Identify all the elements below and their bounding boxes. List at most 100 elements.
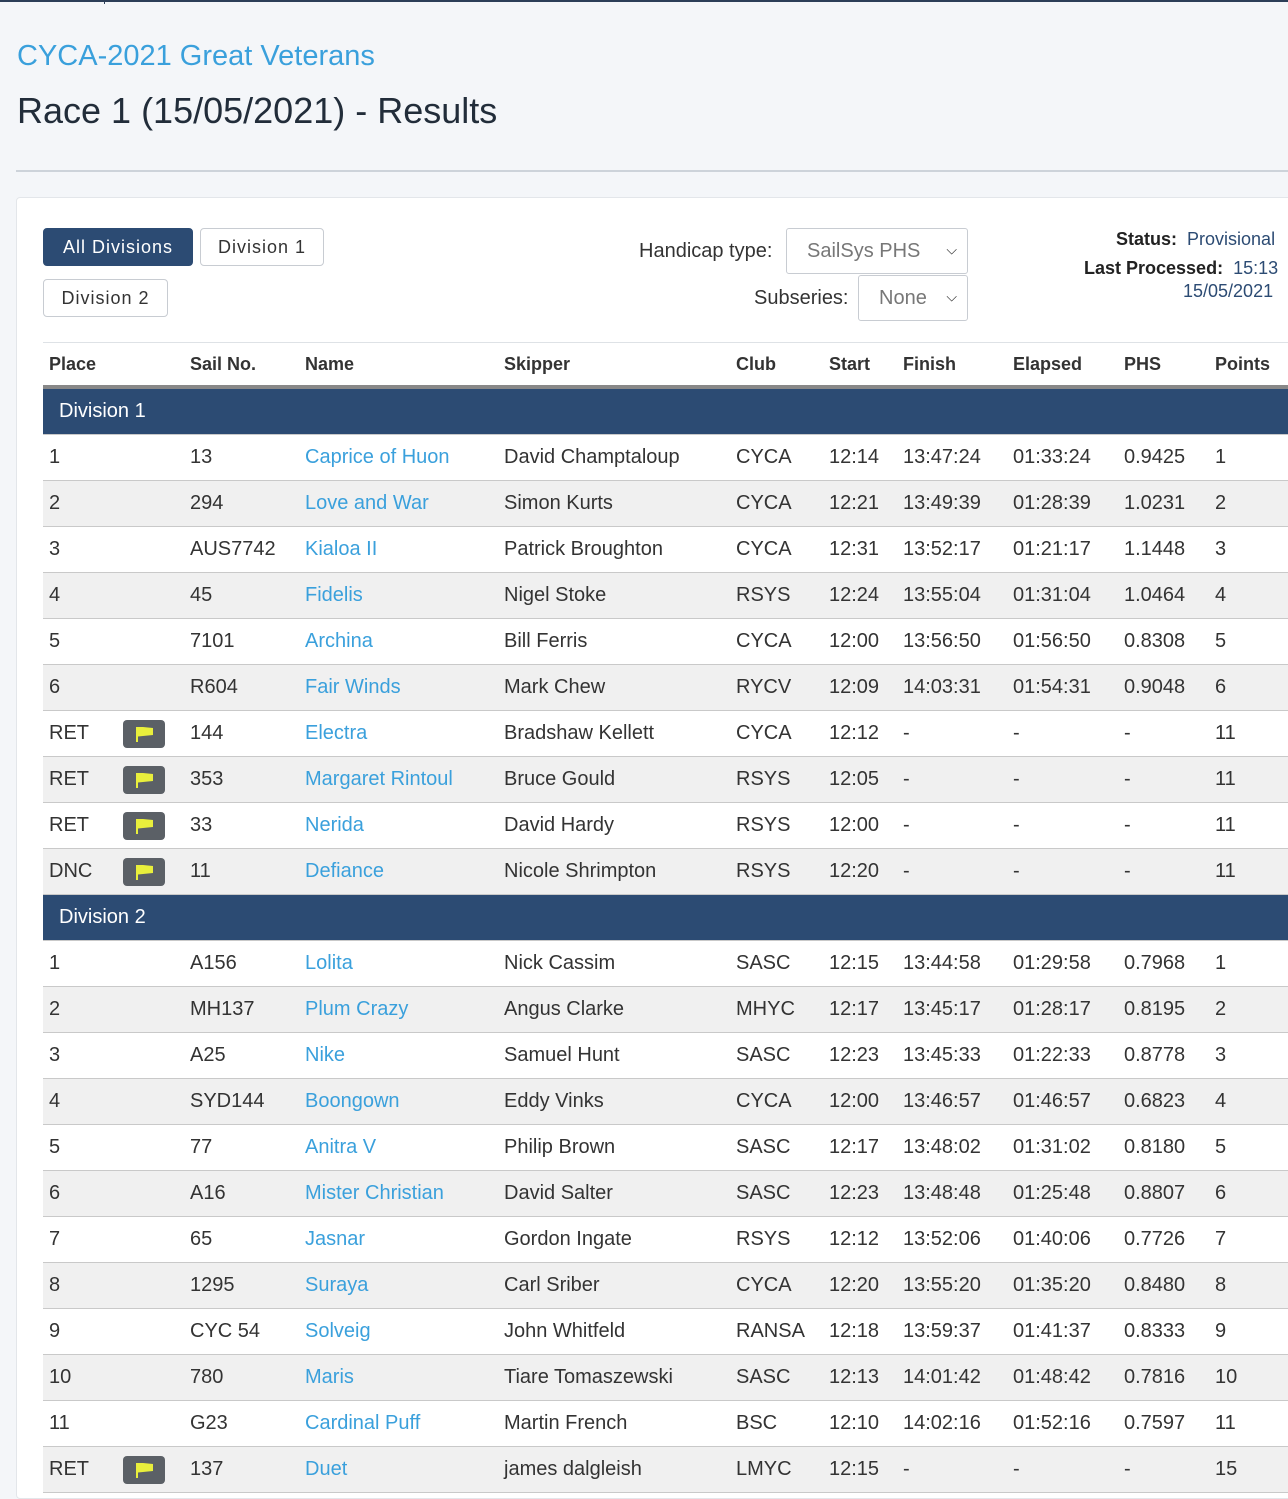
flag-icon[interactable] [123, 811, 165, 840]
flag-cell [117, 1170, 184, 1217]
points-cell: 11 [1209, 802, 1288, 849]
flag-icon[interactable] [123, 1455, 165, 1484]
yacht-link[interactable]: Nike [305, 1044, 345, 1066]
start-cell: 12:23 [823, 1170, 897, 1217]
yacht-link[interactable]: Fair Winds [305, 676, 401, 698]
place-cell: 7 [43, 1216, 117, 1263]
col-elapsed[interactable]: Elapsed [1007, 342, 1118, 389]
yacht-link[interactable]: Cardinal Puff [305, 1412, 420, 1434]
yacht-link[interactable]: Maris [305, 1366, 354, 1388]
start-cell: 12:14 [823, 434, 897, 481]
points-cell: 3 [1209, 526, 1288, 573]
points-cell: 9 [1209, 1308, 1288, 1355]
start-cell: 12:12 [823, 710, 897, 757]
flag-cell [117, 572, 184, 619]
elapsed-cell: - [1007, 848, 1118, 895]
event-title[interactable]: CYCA-2021 Great Veterans [17, 40, 375, 73]
sail-no-cell: 33 [184, 802, 299, 849]
yacht-link[interactable]: Duet [305, 1458, 347, 1480]
flag-cell [117, 664, 184, 711]
col-points[interactable]: Points [1209, 342, 1288, 389]
finish-cell: - [897, 848, 1007, 895]
club-cell: SASC [730, 1354, 823, 1401]
flag-icon[interactable] [123, 857, 165, 886]
yacht-link[interactable]: Solveig [305, 1320, 371, 1342]
elapsed-cell: 01:28:39 [1007, 480, 1118, 527]
subseries-select[interactable]: None ⌵ [858, 275, 968, 321]
status-value: Provisional [1187, 229, 1276, 249]
phs-cell: 1.0231 [1118, 480, 1209, 527]
yacht-link[interactable]: Mister Christian [305, 1182, 444, 1204]
flag-cell [117, 1262, 184, 1309]
start-cell: 12:23 [823, 1032, 897, 1079]
yacht-link[interactable]: Archina [305, 630, 373, 652]
table-row: RET 33 Nerida David Hardy RSYS 12:00- - -11 [43, 802, 1288, 849]
yacht-link[interactable]: Fidelis [305, 584, 363, 606]
place-cell: RET [43, 802, 117, 849]
flag-cell [117, 848, 184, 895]
col-finish[interactable]: Finish [897, 342, 1007, 389]
place-cell: 4 [43, 572, 117, 619]
col-phs[interactable]: PHS [1118, 342, 1209, 389]
start-cell: 12:21 [823, 480, 897, 527]
elapsed-cell: - [1007, 756, 1118, 803]
sail-no-cell: A156 [184, 940, 299, 987]
start-cell: 12:10 [823, 1400, 897, 1447]
phs-cell: 0.7726 [1118, 1216, 1209, 1263]
flag-cell [117, 1032, 184, 1079]
phs-cell: 0.8308 [1118, 618, 1209, 665]
col-sail-no[interactable]: Sail No. [184, 342, 299, 389]
col-name[interactable]: Name [299, 342, 498, 389]
name-cell: Archina [299, 618, 498, 665]
yacht-link[interactable]: Love and War [305, 492, 429, 514]
place-cell: 6 [43, 664, 117, 711]
yacht-link[interactable]: Kialoa II [305, 538, 377, 560]
points-cell: 5 [1209, 618, 1288, 665]
start-cell: 12:17 [823, 1124, 897, 1171]
col-club[interactable]: Club [730, 342, 823, 389]
yacht-link[interactable]: Lolita [305, 952, 353, 974]
handicap-type-value: SailSys PHS [807, 239, 921, 262]
yacht-link[interactable]: Defiance [305, 860, 384, 882]
start-cell: 12:15 [823, 940, 897, 987]
yacht-link[interactable]: Suraya [305, 1274, 368, 1296]
place-cell: 1 [43, 940, 117, 987]
flag-icon[interactable] [123, 719, 165, 748]
yacht-link[interactable]: Plum Crazy [305, 998, 408, 1020]
points-cell: 10 [1209, 1354, 1288, 1401]
last-processed-label: Last Processed: [1084, 258, 1224, 278]
elapsed-cell: 01:56:50 [1007, 618, 1118, 665]
start-cell: 12:20 [823, 848, 897, 895]
yacht-link[interactable]: Jasnar [305, 1228, 365, 1250]
finish-cell: 13:48:02 [897, 1124, 1007, 1171]
flag-icon[interactable] [123, 765, 165, 794]
table-row: 10 780 Maris Tiare Tomaszewski SASC 12:13 14:0… [43, 1354, 1288, 1401]
table-row: 3 A25 Nike Samuel Hunt SASC 12:23 13:45:33 01:2… [43, 1032, 1288, 1079]
yacht-link[interactable]: Anitra V [305, 1136, 376, 1158]
yacht-link[interactable]: Nerida [305, 814, 364, 836]
col-skipper[interactable]: Skipper [498, 342, 730, 389]
yacht-link[interactable]: Boongown [305, 1090, 400, 1112]
yacht-link[interactable]: Margaret Rintoul [305, 768, 453, 790]
table-header-row: Place Sail No. Name Skipper Club Start F… [43, 342, 1288, 389]
skipper-cell: Carl Sriber [498, 1262, 730, 1309]
finish-cell: 13:56:50 [897, 618, 1007, 665]
points-cell: 7 [1209, 1216, 1288, 1263]
yacht-link[interactable]: Caprice of Huon [305, 446, 450, 468]
yacht-link[interactable]: Electra [305, 722, 367, 744]
start-cell: 12:24 [823, 572, 897, 619]
tab-division-2[interactable]: Division 2 [43, 279, 168, 317]
start-cell: 12:18 [823, 1308, 897, 1355]
sail-no-cell: G23 [184, 1400, 299, 1447]
skipper-cell: David Salter [498, 1170, 730, 1217]
col-place[interactable]: Place [43, 342, 184, 389]
last-processed-date: 15/05/2021 [1183, 281, 1274, 301]
elapsed-cell: 01:41:37 [1007, 1308, 1118, 1355]
handicap-type-select[interactable]: SailSys PHS ⌵ [786, 228, 968, 274]
col-start[interactable]: Start [823, 342, 897, 389]
tab-division-1[interactable]: Division 1 [200, 228, 324, 266]
tab-all-divisions[interactable]: All Divisions [43, 228, 193, 266]
finish-cell: - [897, 802, 1007, 849]
finish-cell: - [897, 710, 1007, 757]
club-cell: BSC [730, 1400, 823, 1447]
